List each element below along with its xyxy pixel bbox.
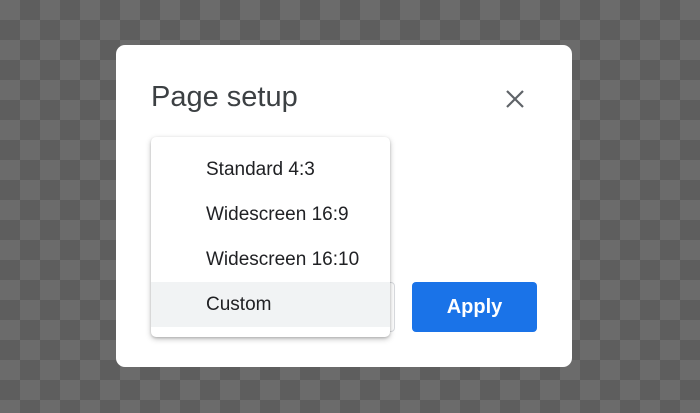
menu-item-custom[interactable]: Custom bbox=[151, 282, 390, 327]
menu-item-widescreen-16-10[interactable]: Widescreen 16:10 bbox=[151, 237, 390, 282]
apply-button[interactable]: Apply bbox=[412, 282, 537, 332]
dialog-title: Page setup bbox=[151, 81, 298, 113]
close-button[interactable] bbox=[501, 85, 529, 113]
close-icon bbox=[506, 90, 524, 108]
menu-item-widescreen-16-9[interactable]: Widescreen 16:9 bbox=[151, 192, 390, 237]
menu-item-standard-4-3[interactable]: Standard 4:3 bbox=[151, 147, 390, 192]
page-size-dropdown-menu: Standard 4:3 Widescreen 16:9 Widescreen … bbox=[151, 137, 390, 337]
